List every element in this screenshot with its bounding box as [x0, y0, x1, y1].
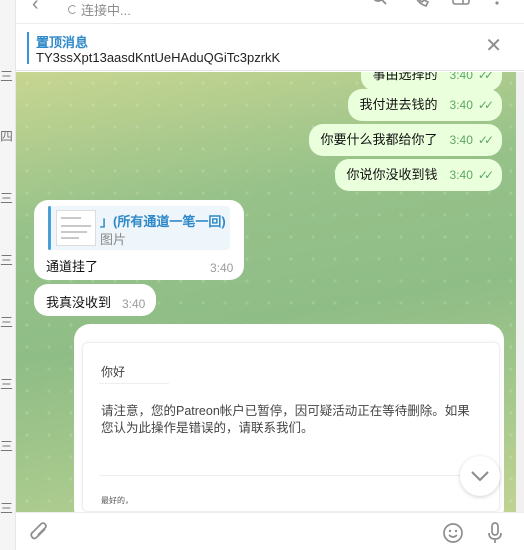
emoji-icon[interactable] — [442, 522, 464, 549]
more-vertical-icon[interactable] — [494, 0, 500, 12]
pinned-title: 置顶消息 — [36, 35, 89, 50]
message-text: 事由选择的 — [372, 72, 438, 82]
list-fragment: 三 — [0, 315, 14, 330]
message-time: 3:40 — [449, 98, 473, 112]
message-time: 3:40 — [449, 168, 473, 182]
message-text: 你说你没收到钱 — [346, 167, 438, 182]
connection-status: 连接中... — [68, 0, 131, 19]
arrow-left-icon[interactable]: ‹ — [32, 0, 39, 16]
outgoing-message[interactable]: 你要什么我都给你了 3:40 ✓✓ — [308, 124, 502, 156]
message-text: 我付进去钱的 — [359, 97, 438, 112]
list-fragment: 三 — [0, 439, 14, 454]
list-fragment: 三 — [0, 191, 14, 206]
message-input-bar — [16, 512, 524, 550]
reply-subtitle: 图片 — [100, 232, 127, 247]
double-check-icon: ✓✓ — [477, 133, 494, 147]
reply-preview[interactable]: 」(所有通道一笔一回) 图片 — [48, 206, 230, 250]
message-input[interactable] — [66, 517, 426, 547]
reply-title: 」(所有通道一笔一回) — [100, 214, 226, 229]
loading-spinner-icon — [68, 5, 77, 14]
list-fragment: 三 — [0, 501, 14, 516]
incoming-message[interactable]: 」(所有通道一笔一回) 图片 通道挂了 3:40 — [34, 200, 244, 280]
list-fragment: 四 — [0, 129, 14, 144]
incoming-message[interactable]: 我真没收到 3:40 — [34, 284, 156, 316]
chevron-down-icon — [471, 471, 489, 482]
close-icon[interactable]: ✕ — [485, 36, 502, 56]
chat-list-edge: 三 四 三 三 三 三 三 三 — [0, 0, 16, 550]
list-fragment: 三 — [0, 377, 14, 392]
reply-accent-bar — [48, 206, 51, 250]
connection-status-text: 连接中... — [81, 3, 131, 18]
phone-icon[interactable] — [414, 0, 430, 12]
outgoing-message[interactable]: 我付进去钱的 3:40 ✓✓ — [347, 89, 502, 121]
pinned-message-bar[interactable]: 置顶消息 TY3ssXpt13aasdKntUeHAduQGiTc3pzrkK … — [16, 25, 524, 71]
message-text: 我真没收到 — [46, 295, 112, 310]
double-check-icon: ✓✓ — [477, 168, 494, 182]
message-time: 3:40 — [210, 261, 234, 275]
email-greeting: 你好 — [101, 365, 126, 379]
email-regards: 最好的， — [101, 496, 133, 505]
reply-thumbnail — [56, 210, 96, 246]
screenshot-image[interactable]: 你好 请注意，您的Patreon帐户已暂停，因可疑活动正在等待删除。如果您认为此… — [82, 342, 500, 512]
microphone-icon[interactable] — [486, 522, 504, 550]
paperclip-icon[interactable] — [30, 522, 50, 549]
pinned-text: TY3ssXpt13aasdKntUeHAduQGiTc3pzrkK — [36, 50, 281, 65]
message-time: 3:40 — [449, 133, 473, 147]
divider — [99, 383, 169, 384]
image-message[interactable]: 你好 请注意，您的Patreon帐户已暂停，因可疑活动正在等待删除。如果您认为此… — [74, 324, 504, 512]
pinned-accent-bar — [27, 32, 29, 64]
chat-area: 事由选择的 3:40 ✓✓ 我付进去钱的 3:40 ✓✓ 你要什么我都给你了 3:40 ✓✓… — [16, 72, 516, 512]
double-check-icon: ✓✓ — [477, 98, 494, 112]
message-text: 通道挂了 — [46, 259, 99, 274]
list-fragment: 三 — [0, 69, 14, 84]
chat-scrollbar[interactable] — [516, 72, 524, 512]
list-fragment: 三 — [0, 253, 14, 268]
message-text: 你要什么我都给你了 — [320, 132, 438, 147]
sidebar-icon[interactable] — [452, 0, 470, 12]
chat-header: ‹ 连接中... — [16, 0, 524, 24]
outgoing-message[interactable]: 你说你没收到钱 3:40 ✓✓ — [334, 159, 502, 191]
email-notice-text: 请注意，您的Patreon帐户已暂停，因可疑活动正在等待删除。如果您认为此操作是… — [101, 404, 470, 435]
message-time: 3:40 — [122, 297, 146, 311]
scroll-down-button[interactable] — [460, 456, 500, 496]
divider — [99, 475, 479, 476]
search-icon[interactable] — [372, 0, 388, 12]
